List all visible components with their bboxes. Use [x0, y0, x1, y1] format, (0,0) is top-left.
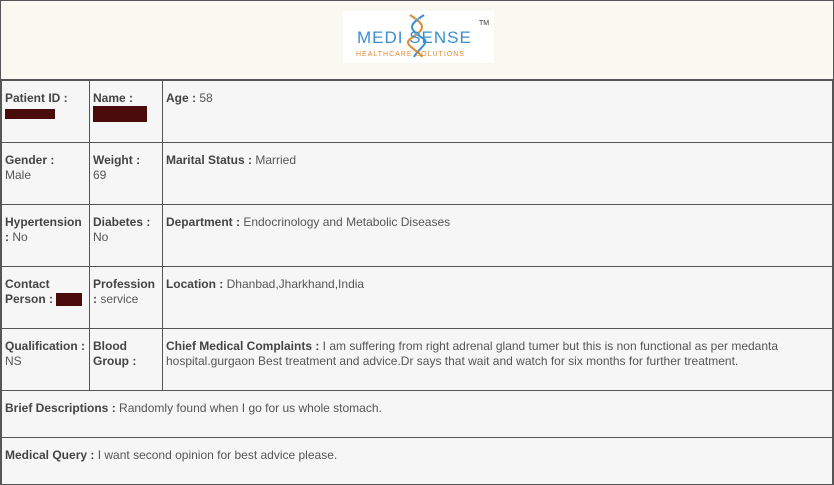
table-row: Brief Descriptions : Randomly found when… — [1, 390, 833, 438]
marital-cell: Marital Status : Married — [161, 142, 834, 205]
blood-group-label: Blood Group : — [92, 339, 137, 368]
profession-cell: Profession : service — [88, 266, 163, 329]
medical-query-cell: Medical Query : I want second opinion fo… — [1, 437, 833, 485]
hypertension-value: No — [12, 230, 28, 244]
department-value: Endocrinology and Metabolic Diseases — [243, 215, 451, 229]
record-frame: MEDI SENSE HEALTHCARE SOLUTIONS TM Patie… — [0, 0, 834, 485]
diabetes-label: Diabetes : — [92, 215, 151, 229]
table-row: Qualification : NS Blood Group : Chief M… — [1, 328, 834, 391]
logo-brand: MEDI SENSE — [357, 28, 472, 47]
logo-trademark: TM — [479, 20, 490, 27]
gender-label: Gender : — [5, 153, 55, 167]
gender-value: Male — [5, 168, 32, 182]
qualification-label: Qualification : — [5, 339, 86, 353]
redacted-patient-id — [5, 108, 55, 119]
age-label: Age : — [165, 91, 196, 105]
table-row: Patient ID : Name : Age : 58 — [1, 80, 834, 143]
marital-label: Marital Status : — [165, 153, 252, 167]
medical-query-label: Medical Query : — [5, 448, 95, 462]
header: MEDI SENSE HEALTHCARE SOLUTIONS TM — [1, 1, 833, 80]
medisense-logo: MEDI SENSE HEALTHCARE SOLUTIONS TM — [343, 11, 494, 63]
medical-query-value: I want second opinion for best advice pl… — [97, 448, 338, 462]
brief-description-label: Brief Descriptions : — [5, 401, 116, 415]
blood-group-cell: Blood Group : — [88, 328, 163, 391]
age-cell: Age : 58 — [161, 80, 834, 143]
brief-description-cell: Brief Descriptions : Randomly found when… — [1, 390, 833, 438]
location-value: Dhanbad,Jharkhand,India — [226, 277, 365, 291]
name-cell: Name : — [88, 80, 163, 143]
diabetes-cell: Diabetes : No — [88, 204, 163, 267]
table-row: Hypertension : No Diabetes : No Departme… — [1, 204, 834, 267]
hypertension-cell: Hypertension : No — [1, 204, 90, 267]
table-row: Contact Person : Profession : service Lo… — [1, 266, 834, 329]
contact-label: Contact Person : — [5, 277, 54, 306]
location-cell: Location : Dhanbad,Jharkhand,India — [161, 266, 834, 329]
contact-cell: Contact Person : — [1, 266, 90, 329]
qualification-value: NS — [5, 354, 22, 368]
complaints-cell: Chief Medical Complaints : I am sufferin… — [161, 328, 834, 391]
redacted-contact — [56, 293, 83, 307]
patient-id-cell: Patient ID : — [1, 80, 90, 143]
gender-cell: Gender : Male — [1, 142, 90, 205]
location-label: Location : — [165, 277, 224, 291]
weight-value: 69 — [92, 168, 107, 182]
table-row: Medical Query : I want second opinion fo… — [1, 437, 833, 485]
logo-tagline: HEALTHCARE SOLUTIONS — [356, 51, 465, 58]
qualification-cell: Qualification : NS — [1, 328, 90, 391]
weight-label: Weight : — [92, 153, 141, 167]
department-label: Department : — [165, 215, 240, 229]
complaints-label: Chief Medical Complaints : — [165, 339, 320, 353]
diabetes-value: No — [92, 230, 109, 244]
patient-info-table: Patient ID : Name : Age : 58 Gender : Ma… — [1, 80, 834, 485]
marital-value: Married — [255, 153, 297, 167]
profession-value: service — [100, 292, 139, 306]
brief-description-value: Randomly found when I go for us whole st… — [119, 401, 382, 415]
table-row: Gender : Male Weight : 69 Marital Status… — [1, 142, 834, 205]
age-value: 58 — [199, 91, 213, 105]
weight-cell: Weight : 69 — [88, 142, 163, 205]
name-label: Name : — [92, 91, 133, 105]
department-cell: Department : Endocrinology and Metabolic… — [161, 204, 834, 267]
redacted-name — [92, 106, 147, 122]
patient-id-label: Patient ID : — [5, 91, 68, 105]
